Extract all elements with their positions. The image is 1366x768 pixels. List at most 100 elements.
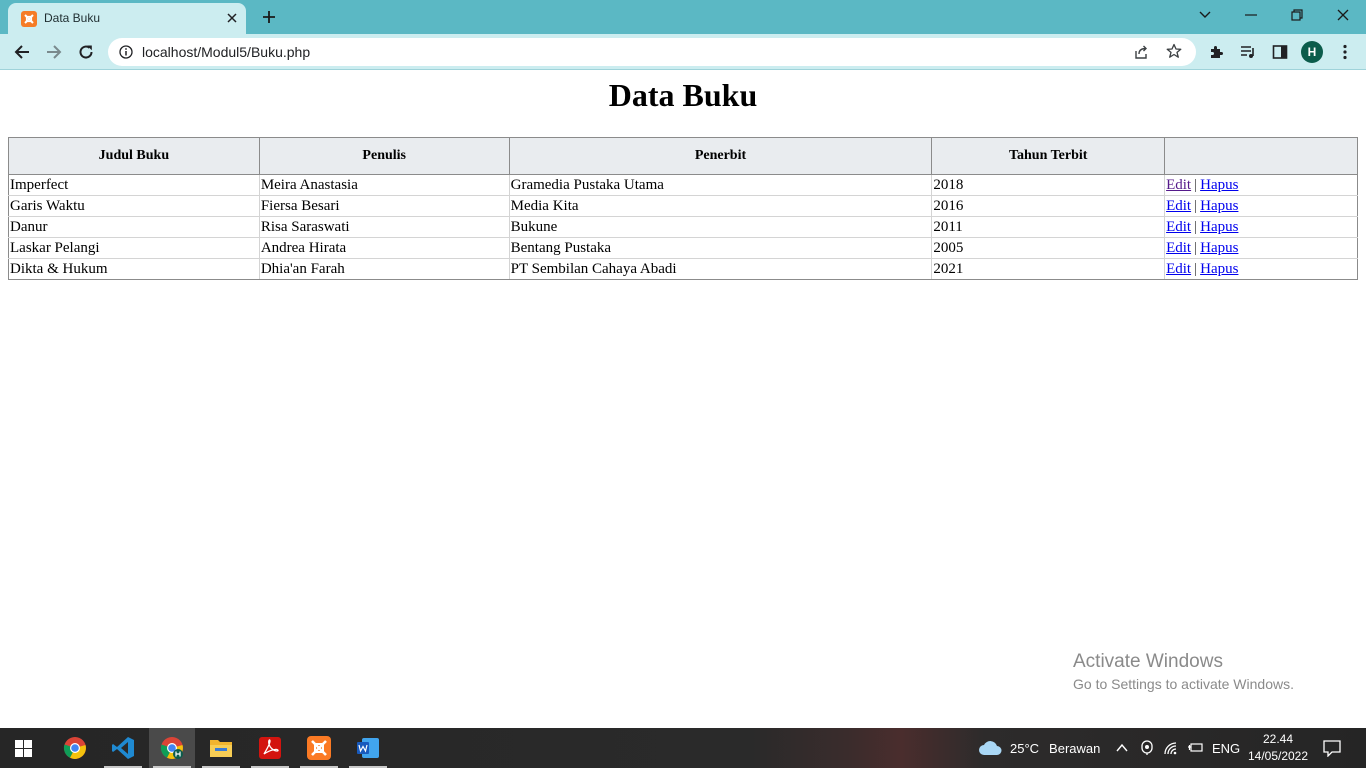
xampp-taskbar-icon[interactable] bbox=[296, 728, 342, 768]
edit-link[interactable]: Edit bbox=[1166, 261, 1191, 277]
minimize-icon[interactable] bbox=[1228, 0, 1274, 30]
clock-date: 14/05/2022 bbox=[1247, 749, 1309, 763]
language-indicator[interactable]: ENG bbox=[1212, 728, 1240, 768]
table-header-row: Judul Buku Penulis Penerbit Tahun Terbit bbox=[8, 137, 1358, 175]
header-judul-buku: Judul Buku bbox=[8, 137, 260, 175]
tab-search-chevron-icon[interactable] bbox=[1182, 0, 1228, 30]
cell-actions: Edit | Hapus bbox=[1164, 237, 1358, 259]
table-body: Imperfect Meira Anastasia Gramedia Pustaka… bbox=[8, 174, 1358, 280]
table-row: Danur Risa Saraswati Bukune 2011 Edit | Hapus bbox=[8, 216, 1358, 238]
cell-judul: Danur bbox=[8, 216, 260, 238]
chrome-profile-taskbar-icon[interactable] bbox=[149, 728, 195, 768]
cell-tahun: 2011 bbox=[931, 216, 1166, 238]
wifi-icon[interactable] bbox=[1163, 728, 1179, 768]
cell-penerbit: Media Kita bbox=[508, 195, 933, 217]
edit-link[interactable]: Edit bbox=[1166, 240, 1191, 256]
hapus-link[interactable]: Hapus bbox=[1200, 177, 1238, 193]
action-separator: | bbox=[1194, 198, 1198, 214]
show-hidden-icons-icon[interactable] bbox=[1115, 728, 1129, 768]
windows-taskbar: 25°C Berawan ENG 22.44 14/05/2022 bbox=[0, 728, 1366, 768]
profile-avatar[interactable]: H bbox=[1301, 41, 1323, 63]
browser-menu-icon[interactable] bbox=[1330, 37, 1360, 67]
hapus-link[interactable]: Hapus bbox=[1200, 261, 1238, 277]
forward-icon[interactable] bbox=[39, 37, 69, 67]
bookmark-star-icon[interactable] bbox=[1166, 43, 1182, 64]
action-separator: | bbox=[1194, 177, 1198, 193]
cell-penulis: Dhia'an Farah bbox=[258, 258, 510, 280]
xampp-favicon-icon bbox=[21, 11, 37, 27]
new-tab-icon[interactable] bbox=[258, 6, 280, 28]
file-explorer-taskbar-icon[interactable] bbox=[198, 728, 244, 768]
cell-actions: Edit | Hapus bbox=[1164, 216, 1358, 238]
tab-close-icon[interactable] bbox=[223, 9, 241, 27]
cell-actions: Edit | Hapus bbox=[1164, 174, 1358, 196]
chrome-taskbar-icon[interactable] bbox=[52, 728, 98, 768]
weather-widget[interactable]: 25°C Berawan bbox=[978, 728, 1100, 768]
vscode-taskbar-icon[interactable] bbox=[100, 728, 146, 768]
cell-penerbit: PT Sembilan Cahaya Abadi bbox=[508, 258, 933, 280]
activate-windows-watermark: Activate Windows Go to Settings to activ… bbox=[1073, 651, 1294, 692]
action-separator: | bbox=[1194, 219, 1198, 235]
cell-judul: Dikta & Hukum bbox=[8, 258, 260, 280]
cell-penulis: Risa Saraswati bbox=[258, 216, 510, 238]
cell-judul: Garis Waktu bbox=[8, 195, 260, 217]
url-text[interactable]: localhost/Modul5/Buku.php bbox=[142, 44, 310, 60]
cell-actions: Edit | Hapus bbox=[1164, 195, 1358, 217]
share-icon[interactable] bbox=[1133, 44, 1149, 65]
action-separator: | bbox=[1194, 261, 1198, 277]
address-bar[interactable]: localhost/Modul5/Buku.php bbox=[108, 38, 1196, 66]
cell-penulis: Andrea Hirata bbox=[258, 237, 510, 259]
edit-link[interactable]: Edit bbox=[1166, 198, 1191, 214]
header-tahun-terbit: Tahun Terbit bbox=[931, 137, 1166, 175]
site-info-icon[interactable] bbox=[119, 45, 133, 64]
table-row: Garis Waktu Fiersa Besari Media Kita 2016 Ed… bbox=[8, 195, 1358, 217]
table-row: Laskar Pelangi Andrea Hirata Bentang Pusta… bbox=[8, 237, 1358, 259]
browser-toolbar: localhost/Modul5/Buku.php H bbox=[0, 34, 1366, 70]
cell-tahun: 2016 bbox=[931, 195, 1166, 217]
action-separator: | bbox=[1194, 240, 1198, 256]
side-panel-icon[interactable] bbox=[1265, 37, 1295, 67]
cell-judul: Laskar Pelangi bbox=[8, 237, 260, 259]
cell-judul: Imperfect bbox=[8, 174, 260, 196]
edit-link[interactable]: Edit bbox=[1166, 219, 1191, 235]
page-title: Data Buku bbox=[608, 77, 758, 113]
watermark-subtitle: Go to Settings to activate Windows. bbox=[1073, 676, 1294, 692]
watermark-title: Activate Windows bbox=[1073, 651, 1223, 672]
notifications-icon[interactable] bbox=[1323, 728, 1341, 768]
page-content: Data Buku Judul Buku Penulis Penerbit Ta… bbox=[0, 71, 1366, 728]
browser-tab[interactable]: Data Buku bbox=[8, 3, 246, 34]
tab-title: Data Buku bbox=[44, 11, 101, 25]
books-table: Judul Buku Penulis Penerbit Tahun Terbit… bbox=[8, 137, 1358, 280]
weather-temperature: 25°C bbox=[1010, 740, 1040, 756]
cell-actions: Edit | Hapus bbox=[1164, 258, 1358, 280]
clock-time: 22.44 bbox=[1262, 732, 1294, 746]
cell-penerbit: Bukune bbox=[508, 216, 933, 238]
word-taskbar-icon[interactable] bbox=[345, 728, 391, 768]
cell-penerbit: Gramedia Pustaka Utama bbox=[508, 174, 933, 196]
header-penerbit: Penerbit bbox=[508, 137, 933, 175]
cell-tahun: 2005 bbox=[931, 237, 1166, 259]
cloud-icon bbox=[979, 741, 1002, 755]
meet-now-icon[interactable] bbox=[1140, 728, 1154, 768]
hapus-link[interactable]: Hapus bbox=[1200, 240, 1238, 256]
weather-description: Berawan bbox=[1049, 740, 1101, 756]
table-row: Dikta & Hukum Dhia'an Farah PT Sembilan Ca… bbox=[8, 258, 1358, 280]
cell-penulis: Fiersa Besari bbox=[258, 195, 510, 217]
back-icon[interactable] bbox=[7, 37, 37, 67]
battery-icon[interactable] bbox=[1187, 728, 1203, 768]
close-window-icon[interactable] bbox=[1320, 0, 1366, 30]
start-windows-icon[interactable] bbox=[0, 728, 46, 768]
hapus-link[interactable]: Hapus bbox=[1200, 198, 1238, 214]
header-actions bbox=[1164, 137, 1358, 175]
cell-penerbit: Bentang Pustaka bbox=[508, 237, 933, 259]
system-clock[interactable]: 22.44 14/05/2022 bbox=[1244, 731, 1312, 765]
header-penulis: Penulis bbox=[258, 137, 510, 175]
extensions-icon[interactable] bbox=[1201, 37, 1231, 67]
media-queue-icon[interactable] bbox=[1233, 37, 1263, 67]
edit-link[interactable]: Edit bbox=[1166, 177, 1191, 193]
table-row: Imperfect Meira Anastasia Gramedia Pustaka… bbox=[8, 174, 1358, 196]
restore-icon[interactable] bbox=[1274, 0, 1320, 30]
hapus-link[interactable]: Hapus bbox=[1200, 219, 1238, 235]
acrobat-taskbar-icon[interactable] bbox=[247, 728, 293, 768]
reload-icon[interactable] bbox=[71, 37, 101, 67]
